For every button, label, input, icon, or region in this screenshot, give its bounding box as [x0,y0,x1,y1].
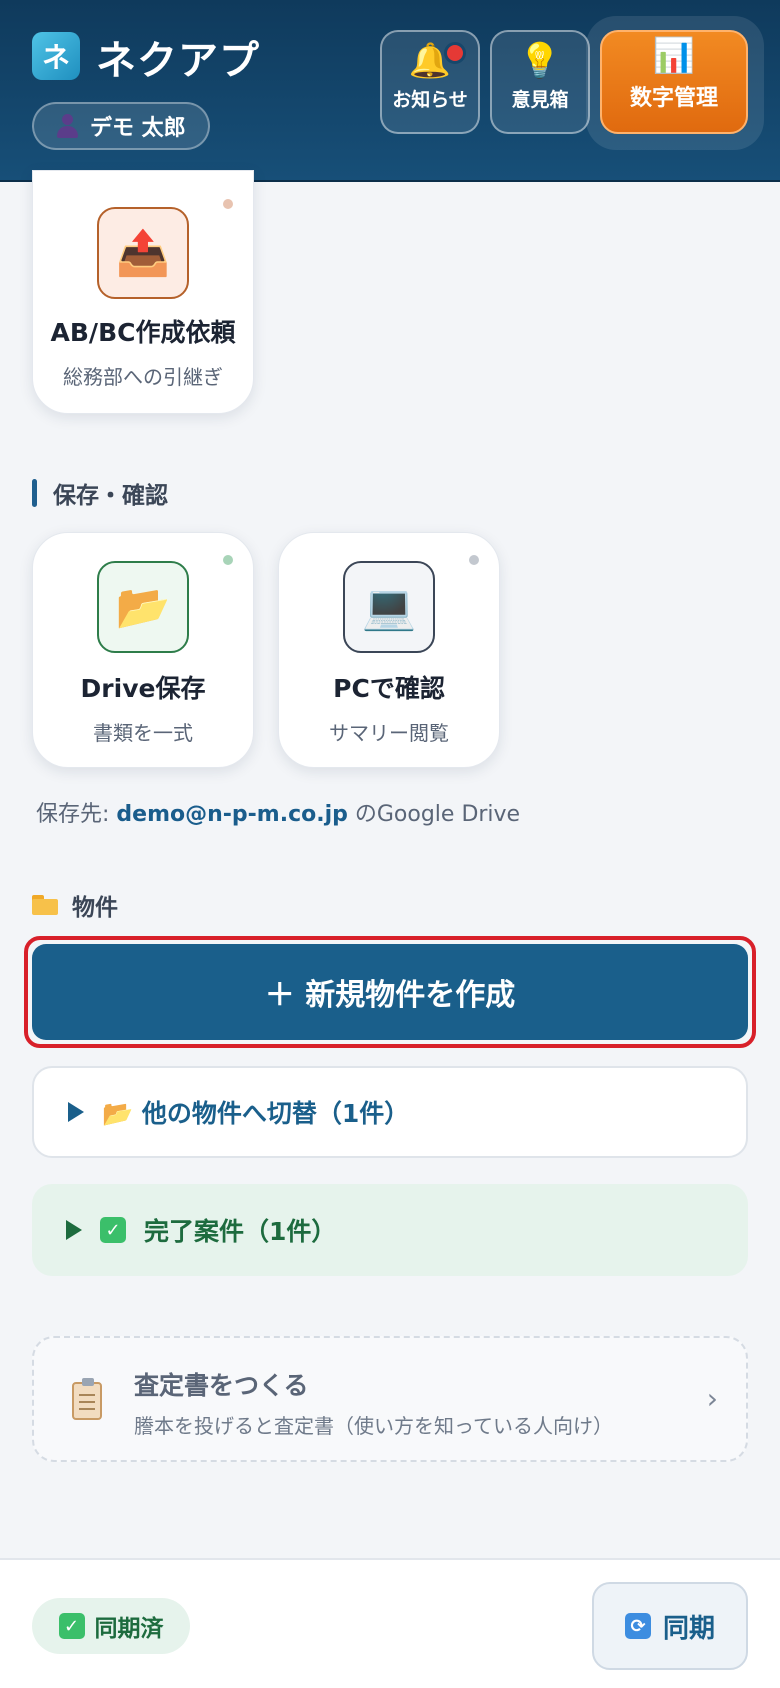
lightbulb-icon: 💡 [518,41,562,81]
card-title: Drive保存 [80,674,206,703]
laptop-icon: 💻 [343,561,435,653]
bar-chart-icon: 📊 [652,36,696,76]
notice-label: お知らせ [392,89,468,111]
switch-property-toggle[interactable]: 📂 他の物件へ切替（1件） [32,1066,748,1158]
idea-box-label: 意見箱 [511,89,569,111]
card-subtitle: 書類を一式 [93,721,193,745]
appraisal-title: 査定書をつくる [134,1371,309,1400]
section-properties: 物件 [32,888,118,922]
card-title: PCで確認 [333,674,445,703]
sync-button-label: 同期 [662,1613,715,1644]
user-pill[interactable]: デモ 太郎 [32,102,210,150]
app-header: ネ ネクアプ デモ 太郎 🔔 お知らせ 💡 意見箱 📊 数字管理 [0,0,780,182]
app-logo: ネ [32,32,80,80]
check-icon: ✓ [58,1613,85,1639]
user-icon [56,114,78,138]
section-bar [32,479,37,507]
footer-bar: ✓ 同期済 ⟳ 同期 [0,1558,780,1688]
folder-icon [32,895,58,915]
numbers-management-button[interactable]: 📊 数字管理 [600,30,748,134]
pc-confirm-card[interactable]: 💻 PCで確認 サマリー閲覧 [278,532,500,768]
user-name: デモ 太郎 [90,116,186,141]
create-property-button[interactable]: ＋ 新規物件を作成 [32,944,748,1040]
section-title: 物件 [72,895,118,921]
chevron-right-icon: › [706,1382,718,1415]
section-title: 保存・確認 [53,483,168,509]
sync-button[interactable]: ⟳ 同期 [592,1582,748,1670]
section-save-confirm: 保存・確認 [32,476,168,510]
create-appraisal-link[interactable]: 査定書をつくる 謄本を投げると査定書（使い方を知っている人向け） › [32,1336,748,1462]
upload-tray-icon: 📤 [97,207,189,299]
sync-icon: ⟳ [624,1613,651,1639]
status-dot [223,555,233,565]
switch-property-label: 📂 他の物件へ切替（1件） [102,1099,410,1128]
status-dot [469,555,479,565]
completed-cases-label: 完了案件（1件） [144,1217,337,1246]
app-title: ネクアプ [96,38,260,84]
numbers-management-label: 数字管理 [629,86,718,111]
card-subtitle: サマリー閲覧 [329,721,449,745]
sync-status-label: 同期済 [94,1616,164,1642]
save-note-suffix: のGoogle Drive [347,802,521,827]
clipboard-icon [72,1378,102,1420]
notification-badge [444,42,466,64]
completed-cases-toggle[interactable]: ✓ 完了案件（1件） [32,1184,748,1276]
save-note-prefix: 保存先: [36,802,117,827]
notice-button[interactable]: 🔔 お知らせ [380,30,480,134]
status-dot [223,199,233,209]
sync-status-badge: ✓ 同期済 [32,1598,190,1654]
card-subtitle: 総務部への引継ぎ [63,365,223,389]
save-destination-note: 保存先: demo@n-p-m.co.jp のGoogle Drive [36,796,520,828]
check-icon: ✓ [100,1217,126,1243]
ab-bc-request-card[interactable]: 📤 AB/BC作成依頼 総務部への引継ぎ [32,170,254,414]
idea-box-button[interactable]: 💡 意見箱 [490,30,590,134]
card-title: AB/BC作成依頼 [50,318,236,347]
save-note-email[interactable]: demo@n-p-m.co.jp [116,802,347,827]
drive-save-card[interactable]: 📂 Drive保存 書類を一式 [32,532,254,768]
appraisal-subtitle: 謄本を投げると査定書（使い方を知っている人向け） [134,1414,613,1438]
expand-triangle-icon [68,1102,84,1122]
expand-triangle-icon [66,1220,82,1240]
folder-icon: 📂 [97,561,189,653]
